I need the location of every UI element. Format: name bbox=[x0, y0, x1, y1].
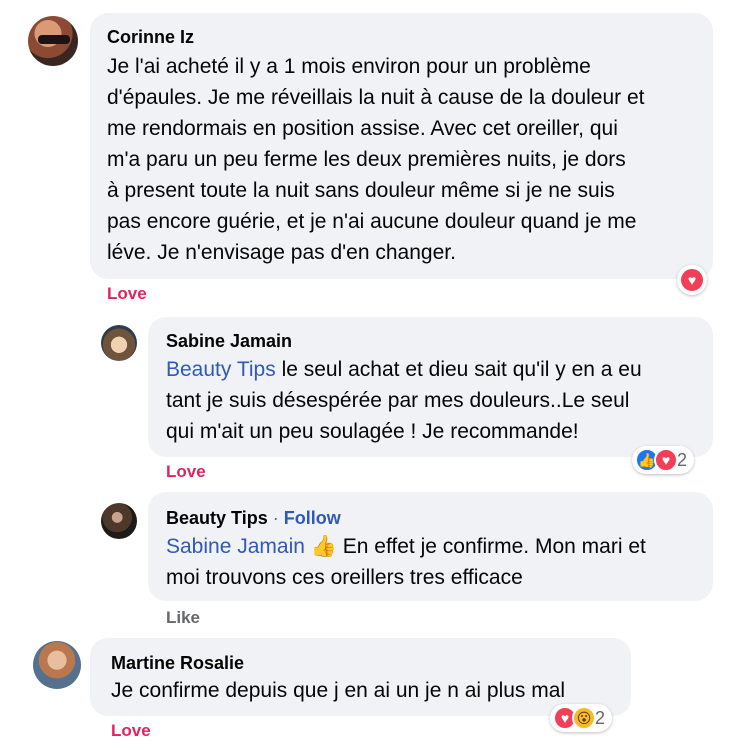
comment-author[interactable]: Martine Rosalie bbox=[111, 653, 244, 674]
love-reaction-button[interactable]: Love bbox=[111, 721, 151, 741]
comment-line: me rendormais en position assise. Avec c… bbox=[107, 117, 618, 140]
avatar-sabine[interactable] bbox=[101, 325, 137, 361]
comment-text: Beauty Tips le seul achat et dieu sait q… bbox=[166, 354, 642, 447]
reaction-count: 2 bbox=[677, 449, 688, 470]
comment-text: Sabine Jamain 👍 En effet je confirme. Mo… bbox=[166, 531, 646, 593]
comment-line: pas encore guérie, et je n'ai aucune dou… bbox=[107, 210, 637, 233]
comment-header: Beauty Tips · Follow bbox=[166, 508, 341, 529]
thumbs-up-emoji: 👍 bbox=[310, 535, 337, 558]
reaction-summary[interactable]: 👍 ♥ 2 bbox=[632, 446, 695, 474]
comment-line: En effet je confirme. Mon mari et bbox=[336, 535, 646, 558]
like-button[interactable]: Like bbox=[166, 608, 200, 628]
comment-line: Je l'ai acheté il y a 1 mois environ pou… bbox=[107, 55, 591, 78]
love-reaction-button[interactable]: Love bbox=[107, 284, 147, 304]
comment-line: qui m'ait un peu soulagée ! Je recommand… bbox=[166, 420, 579, 443]
wow-icon: 😮 bbox=[572, 706, 596, 730]
love-reaction-button[interactable]: Love bbox=[166, 462, 206, 482]
reaction-summary[interactable]: ♥ bbox=[677, 265, 707, 295]
separator-dot: · bbox=[272, 508, 279, 528]
comment-text: Je confirme depuis que j en ai un je n a… bbox=[111, 675, 565, 706]
comment-line: Je confirme depuis que j en ai un je n a… bbox=[111, 679, 566, 702]
comment-line: tant je suis désespérée par mes douleurs… bbox=[166, 389, 630, 412]
avatar-beauty-tips[interactable] bbox=[101, 503, 137, 539]
comment-line: moi trouvons ces oreillers tres efficace bbox=[166, 566, 523, 589]
comment-line: léve. Je n'envisage pas d'en changer. bbox=[107, 241, 456, 264]
comment-author[interactable]: Sabine Jamain bbox=[166, 331, 292, 352]
comment-line: à present toute la nuit sans douleur mêm… bbox=[107, 179, 615, 202]
reaction-summary[interactable]: ♥ 😮 2 bbox=[550, 704, 613, 732]
comment-author[interactable]: Beauty Tips bbox=[166, 508, 268, 528]
mention-link[interactable]: Beauty Tips bbox=[166, 358, 276, 381]
comment-line: m'a paru un peu ferme les deux premières… bbox=[107, 148, 626, 171]
avatar-martine[interactable] bbox=[33, 641, 81, 689]
comment-line: d'épaules. Je me réveillais la nuit à ca… bbox=[107, 86, 645, 109]
mention-link[interactable]: Sabine Jamain bbox=[166, 535, 305, 558]
heart-icon: ♥ bbox=[679, 267, 705, 293]
follow-link[interactable]: Follow bbox=[284, 508, 341, 528]
avatar-corinne[interactable] bbox=[28, 16, 78, 66]
comment-line: le seul achat et dieu sait qu'il y en a … bbox=[275, 358, 642, 381]
comment-text: Je l'ai acheté il y a 1 mois environ pou… bbox=[107, 51, 645, 268]
reaction-count: 2 bbox=[595, 707, 606, 728]
heart-icon: ♥ bbox=[654, 448, 678, 472]
comment-author[interactable]: Corinne Iz bbox=[107, 27, 194, 48]
